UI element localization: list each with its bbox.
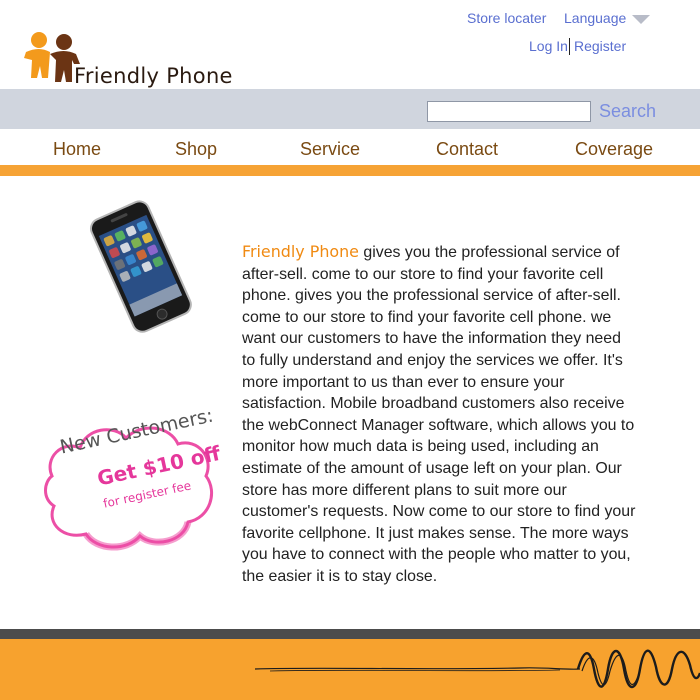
footer-divider (0, 629, 700, 639)
nav-item-coverage[interactable]: Coverage (575, 139, 653, 160)
brand-name-inline: Friendly Phone (242, 242, 359, 261)
store-locator-link[interactable]: Store locater (467, 10, 546, 26)
login-link[interactable]: Log In (529, 38, 568, 54)
nav-item-contact[interactable]: Contact (436, 139, 498, 160)
nav-item-service[interactable]: Service (300, 139, 360, 160)
nav-divider-bar (0, 165, 700, 176)
search-bar: Search (0, 89, 700, 129)
auth-divider (569, 38, 570, 55)
nav-item-shop[interactable]: Shop (175, 139, 217, 160)
nav-item-home[interactable]: Home (53, 139, 101, 160)
language-selector[interactable]: Language (564, 10, 626, 26)
main-description: Friendly Phone gives you the professiona… (242, 241, 637, 588)
description-text: gives you the professional service of af… (242, 244, 636, 585)
search-input[interactable] (427, 101, 591, 122)
chevron-down-icon[interactable] (632, 15, 650, 24)
main-nav: Home Shop Service Contact Coverage (0, 129, 700, 165)
smartphone-image (89, 200, 192, 333)
search-button[interactable]: Search (599, 101, 656, 122)
register-link[interactable]: Register (574, 38, 626, 54)
brand-name: Friendly Phone (74, 64, 233, 88)
scribble-decoration-icon (254, 649, 700, 689)
brand-logo[interactable]: Friendly Phone (22, 30, 262, 94)
